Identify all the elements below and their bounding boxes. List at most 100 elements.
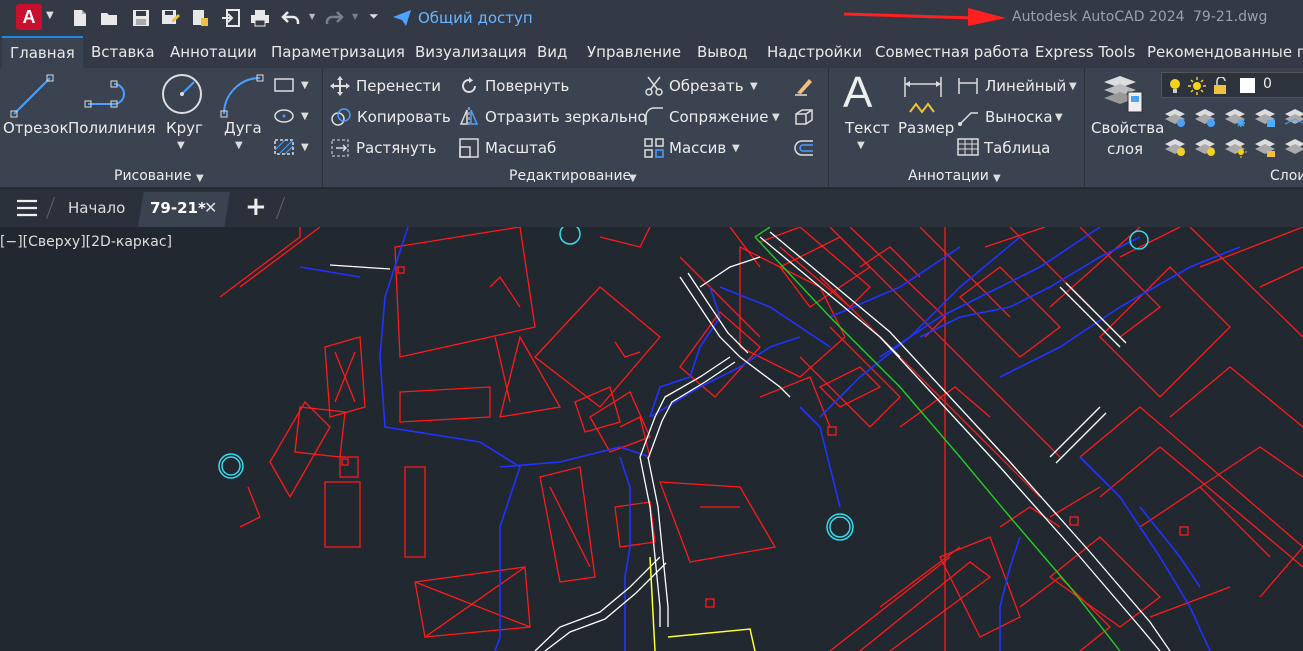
autocad-logo-button[interactable]: A	[16, 4, 42, 30]
layer-unlock-all-icon[interactable]	[1253, 136, 1277, 158]
start-tab[interactable]: Начало	[68, 199, 125, 217]
text-dropdown-icon[interactable]: ▼	[857, 140, 865, 151]
circle-button[interactable]: Круг	[166, 119, 203, 137]
table-icon[interactable]	[957, 138, 979, 156]
layer-off-icon[interactable]	[1163, 106, 1187, 128]
layer-on-all-icon[interactable]	[1163, 136, 1187, 158]
text-icon[interactable]: A	[843, 68, 872, 118]
web-mobile-icon[interactable]	[190, 8, 210, 28]
close-tab-icon[interactable]: ✕	[204, 198, 217, 217]
move-button[interactable]: Перенести	[356, 77, 441, 95]
polyline-button[interactable]: Полилиния	[68, 119, 156, 137]
draw-panel-expand-icon[interactable]: ▼	[196, 173, 204, 184]
hamburger-menu-icon[interactable]	[16, 199, 38, 217]
tab-view[interactable]: Вид	[537, 36, 567, 68]
array-button[interactable]: Массив	[669, 139, 726, 157]
stretch-icon[interactable]	[330, 138, 350, 158]
dimension-button[interactable]: Размер	[898, 119, 954, 137]
drawing-viewport[interactable]: [−][Сверху][2D-каркас]	[0, 227, 1303, 651]
customize-qat-icon[interactable]: ⏷	[369, 9, 379, 24]
layer-lock-icon[interactable]	[1253, 106, 1277, 128]
tab-featured-apps[interactable]: Рекомендованные при	[1147, 36, 1303, 68]
layer-match-icon[interactable]	[1283, 106, 1303, 128]
rotate-icon[interactable]	[459, 76, 479, 96]
new-file-icon[interactable]	[70, 8, 90, 28]
layer-walk-icon[interactable]	[1283, 136, 1303, 158]
annotation-panel-expand-icon[interactable]: ▼	[993, 173, 1001, 184]
dimension-icon[interactable]	[902, 74, 944, 116]
tab-collaborate[interactable]: Совместная работа	[875, 36, 1029, 68]
array-icon[interactable]	[644, 138, 664, 158]
tab-addins[interactable]: Надстройки	[767, 36, 862, 68]
arc-icon[interactable]	[220, 74, 264, 118]
rotate-button[interactable]: Повернуть	[485, 77, 569, 95]
modify-panel-title[interactable]: Редактирование	[509, 168, 631, 184]
mirror-icon[interactable]	[459, 106, 479, 128]
polyline-icon[interactable]	[84, 80, 132, 110]
linear-dropdown-icon[interactable]: ▼	[1069, 81, 1077, 92]
share-button[interactable]: Общий доступ	[418, 9, 533, 27]
scale-button[interactable]: Масштаб	[485, 139, 556, 157]
tab-annotate[interactable]: Аннотации	[170, 36, 257, 68]
layer-thaw-all-icon[interactable]	[1223, 136, 1247, 158]
linear-dimension-button[interactable]: Линейный	[985, 77, 1066, 95]
layer-freeze-icon[interactable]	[1223, 106, 1247, 128]
tab-express-tools[interactable]: Express Tools	[1035, 36, 1135, 68]
stretch-button[interactable]: Растянуть	[356, 139, 437, 157]
tab-insert[interactable]: Вставка	[91, 36, 155, 68]
array-dropdown-icon[interactable]: ▼	[732, 143, 740, 154]
table-button[interactable]: Таблица	[984, 139, 1050, 157]
undo-icon[interactable]	[281, 8, 301, 28]
text-button[interactable]: Текст	[845, 119, 889, 137]
draw-panel-title[interactable]: Рисование	[114, 168, 192, 184]
leader-dropdown-icon[interactable]: ▼	[1055, 112, 1063, 123]
leader-icon[interactable]	[957, 107, 979, 127]
leader-button[interactable]: Выноска	[985, 108, 1053, 126]
redo-dropdown-icon[interactable]: ▼	[352, 12, 358, 21]
layer-properties-button[interactable]: Свойства	[1091, 119, 1164, 137]
tab-visualize[interactable]: Визуализация	[415, 36, 527, 68]
layer-properties-button-line2[interactable]: слоя	[1107, 140, 1143, 158]
tab-manage[interactable]: Управление	[587, 36, 681, 68]
erase-icon[interactable]	[793, 75, 815, 97]
layer-dropdown[interactable]: 0	[1161, 72, 1303, 98]
copy-icon[interactable]	[330, 107, 352, 127]
offset-icon[interactable]	[793, 138, 815, 158]
plot-icon[interactable]	[250, 8, 270, 28]
line-icon[interactable]	[10, 74, 54, 118]
copy-button[interactable]: Копировать	[357, 108, 451, 126]
line-button[interactable]: Отрезок	[3, 119, 69, 137]
undo-dropdown-icon[interactable]: ▼	[309, 12, 315, 21]
redo-icon[interactable]	[324, 8, 344, 28]
layer-unisolate-icon[interactable]	[1193, 136, 1217, 158]
arc-dropdown-icon[interactable]: ▼	[235, 140, 243, 151]
tab-output[interactable]: Вывод	[697, 36, 748, 68]
circle-dropdown-icon[interactable]: ▼	[177, 140, 185, 151]
tab-home[interactable]: Главная	[2, 36, 83, 68]
share-icon[interactable]	[392, 9, 412, 27]
move-icon[interactable]	[330, 76, 350, 96]
mirror-button[interactable]: Отразить зеркально	[485, 108, 647, 126]
hatch-dropdown-icon[interactable]: ▼	[301, 142, 309, 153]
active-doc-tab[interactable]: 79-21* ✕	[138, 192, 230, 227]
trim-dropdown-icon[interactable]: ▼	[750, 81, 758, 92]
layer-isolate-icon[interactable]	[1193, 106, 1217, 128]
fillet-dropdown-icon[interactable]: ▼	[772, 112, 780, 123]
scale-icon[interactable]	[459, 138, 479, 158]
modify-panel-expand-icon[interactable]: ▼	[629, 173, 637, 184]
ellipse-dropdown-icon[interactable]: ▼	[301, 111, 309, 122]
cad-drawing-canvas[interactable]	[0, 227, 1303, 651]
trim-button[interactable]: Обрезать	[669, 77, 744, 95]
open-file-icon[interactable]	[99, 8, 119, 28]
new-tab-plus-icon[interactable]: +	[245, 192, 267, 222]
app-menu-dropdown-icon[interactable]: ▼	[46, 10, 54, 21]
tab-parametric[interactable]: Параметризация	[271, 36, 405, 68]
fillet-icon[interactable]	[644, 106, 664, 126]
trim-icon[interactable]	[644, 75, 664, 97]
linear-dimension-icon[interactable]	[957, 75, 979, 97]
circle-icon[interactable]	[160, 72, 204, 116]
export-icon[interactable]	[221, 8, 241, 28]
fillet-button[interactable]: Сопряжение	[669, 108, 769, 126]
save-as-icon[interactable]	[160, 8, 180, 28]
arc-button[interactable]: Дуга	[224, 119, 262, 137]
